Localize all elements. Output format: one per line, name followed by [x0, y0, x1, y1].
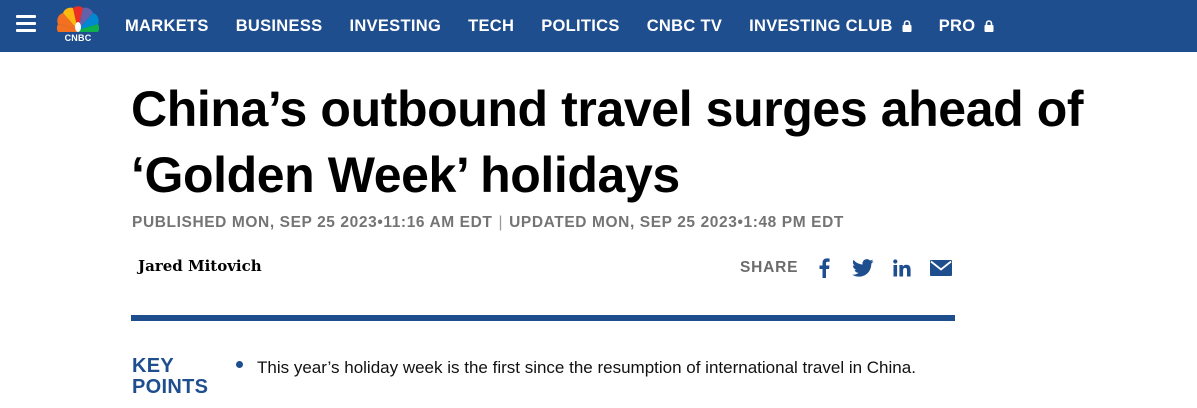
- lock-icon: [984, 20, 994, 32]
- nav-item-investing-club[interactable]: INVESTING CLUB: [749, 17, 912, 36]
- brand-wordmark: CNBC: [64, 33, 92, 43]
- article-headline: China’s outbound travel surges ahead of …: [131, 81, 1084, 203]
- linkedin-icon[interactable]: [891, 257, 913, 279]
- cnbc-logo[interactable]: CNBC: [52, 4, 104, 44]
- nav-item-investing[interactable]: INVESTING: [349, 17, 441, 36]
- twitter-icon[interactable]: [852, 257, 874, 279]
- published-time: PUBLISHED MON, SEP 25 2023•11:16 AM EDT: [132, 214, 493, 231]
- author-byline[interactable]: Jared Mitovich: [138, 257, 262, 275]
- nav-item-label: PRO: [938, 16, 976, 35]
- nav-item-label: POLITICS: [541, 16, 620, 35]
- key-points-heading-line2: POINTS: [132, 376, 209, 398]
- nav-item-label: INVESTING CLUB: [749, 16, 893, 35]
- updated-time: UPDATED MON, SEP 25 2023•1:48 PM EDT: [509, 214, 844, 231]
- nav-item-label: CNBC TV: [646, 16, 723, 35]
- menu-icon[interactable]: [16, 15, 36, 33]
- key-points-heading-line1: KEY: [132, 355, 175, 377]
- facebook-icon[interactable]: [813, 257, 835, 279]
- section-divider: [131, 315, 955, 321]
- nav-item-label: INVESTING: [349, 16, 442, 35]
- nav-item-cnbc-tv[interactable]: CNBC TV: [647, 17, 722, 36]
- nav-item-label: BUSINESS: [235, 16, 323, 35]
- nav-item-business[interactable]: BUSINESS: [236, 17, 323, 36]
- primary-nav: MARKETS BUSINESS INVESTING TECH POLITICS…: [125, 0, 1021, 52]
- nav-item-tech[interactable]: TECH: [468, 17, 514, 36]
- key-point-item: This year’s holiday week is the first si…: [257, 358, 916, 377]
- nav-item-label: TECH: [468, 16, 515, 35]
- article-kicker[interactable]: TRAVEL: [132, 41, 189, 51]
- share-bar: SHARE: [740, 256, 969, 280]
- timestamp-separator: |: [498, 214, 504, 231]
- nav-item-politics[interactable]: POLITICS: [541, 17, 620, 36]
- article-timestamps: PUBLISHED MON, SEP 25 2023•11:16 AM EDT |…: [132, 214, 844, 232]
- nav-item-pro[interactable]: PRO: [939, 17, 995, 36]
- nav-item-label: MARKETS: [125, 16, 209, 35]
- share-label: SHARE: [740, 259, 799, 276]
- email-icon[interactable]: [930, 257, 953, 279]
- nav-item-markets[interactable]: MARKETS: [125, 17, 209, 36]
- lock-icon: [902, 20, 912, 32]
- key-points-heading: KEY POINTS: [132, 356, 208, 398]
- bullet-icon: [236, 361, 243, 368]
- peacock-icon: [56, 6, 100, 32]
